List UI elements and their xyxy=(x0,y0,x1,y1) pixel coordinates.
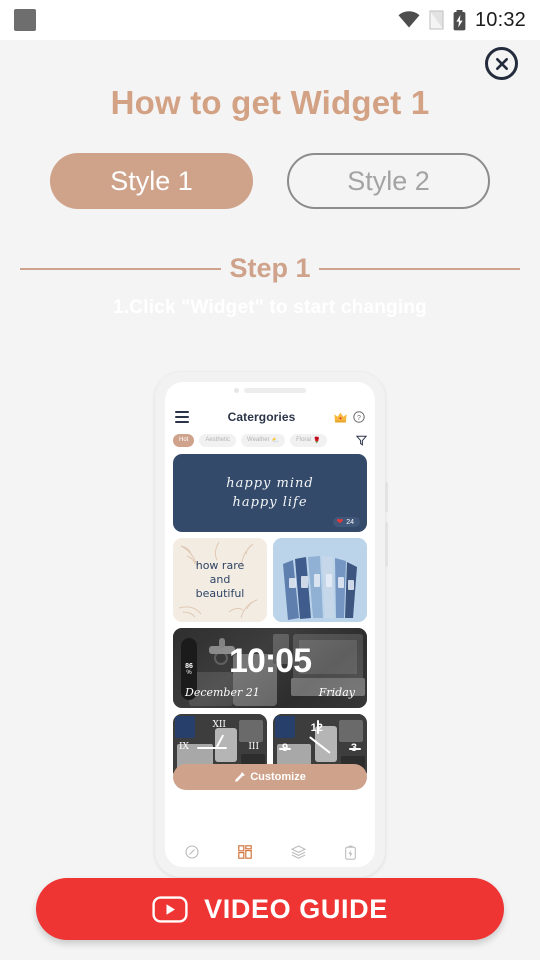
clock-time: 10:05 xyxy=(229,642,312,680)
clock-hand-minute xyxy=(197,747,227,749)
how-to-dialog: How to get Widget 1 Style 1 Style 2 Step… xyxy=(0,40,540,960)
phone-mockup: Catergories ? Hot Aesthetic Weather ⛅ Fl… xyxy=(155,372,388,877)
customize-label: Customize xyxy=(250,771,306,783)
bottom-nav xyxy=(165,837,375,867)
roman-9: IX xyxy=(179,741,189,752)
video-guide-button[interactable]: VIDEO GUIDE xyxy=(36,878,504,940)
widget-card-quote[interactable]: happy mind happy life ❤ 24 xyxy=(173,454,367,532)
heart-icon: ❤ xyxy=(336,517,344,526)
status-time: 10:32 xyxy=(474,8,526,31)
clock-day: Friday xyxy=(318,686,355,699)
chip-aesthetic[interactable]: Aesthetic xyxy=(199,433,237,447)
compass-icon[interactable] xyxy=(184,845,199,859)
video-guide-label: VIDEO GUIDE xyxy=(204,893,388,924)
close-button[interactable] xyxy=(485,47,518,80)
header-icons: ? xyxy=(334,411,365,423)
square-icon xyxy=(14,9,36,31)
widget-card-books[interactable] xyxy=(273,538,367,622)
chip-label: Aesthetic xyxy=(205,437,231,443)
phone-screen: Catergories ? Hot Aesthetic Weather ⛅ Fl… xyxy=(165,382,375,867)
widget-card-clock[interactable]: 86 % 10:05 December 21 Friday xyxy=(173,628,367,708)
widget-row-4: XII IX III Customize xyxy=(173,714,367,790)
filter-icon[interactable] xyxy=(356,435,367,446)
step-divider: Step 1 xyxy=(20,253,520,284)
rare-line-3: beautiful xyxy=(195,586,245,600)
rare-line-2: and xyxy=(209,573,231,587)
clock-tick-top xyxy=(317,720,319,734)
chip-floral[interactable]: Floral 🌹 xyxy=(290,433,327,447)
close-icon xyxy=(495,57,508,70)
status-icons: 10:32 xyxy=(398,9,526,32)
clock-tick-right xyxy=(349,748,361,750)
rare-line-1: how rare xyxy=(195,559,245,573)
widget-grid-icon[interactable] xyxy=(237,845,252,859)
phone-side-button-down xyxy=(385,522,388,567)
hamburger-menu-icon[interactable] xyxy=(175,411,189,423)
roman-3: III xyxy=(248,741,259,752)
chip-weather[interactable]: Weather ⛅ xyxy=(241,433,286,447)
svg-text:?: ? xyxy=(357,415,361,422)
chip-label: Hot xyxy=(179,437,189,443)
like-badge[interactable]: ❤ 24 xyxy=(332,517,360,527)
status-bar: 10:32 xyxy=(0,0,540,40)
quote-line-1: happy mind xyxy=(226,476,314,491)
speaker-bar xyxy=(244,388,306,393)
crown-icon[interactable] xyxy=(334,412,347,423)
layers-icon[interactable] xyxy=(290,845,306,859)
divider-line-left xyxy=(20,267,222,270)
floral-emoji-icon: 🌹 xyxy=(313,437,321,444)
tab-style-2[interactable]: Style 2 xyxy=(287,153,490,209)
help-circle-icon[interactable]: ? xyxy=(353,411,365,423)
divider-line-right xyxy=(318,267,520,270)
chip-label: Weather xyxy=(247,437,270,443)
youtube-play-icon xyxy=(152,895,188,923)
roman-12: XII xyxy=(212,720,226,730)
rare-text: how rare and beautiful xyxy=(196,559,245,600)
sim-card-icon xyxy=(429,10,444,30)
like-count: 24 xyxy=(346,518,354,526)
customize-button[interactable]: Customize xyxy=(173,764,367,790)
battery-charging-icon xyxy=(453,9,466,30)
style-tabs: Style 1 Style 2 xyxy=(0,153,540,209)
weather-emoji-icon: ⛅ xyxy=(271,437,280,444)
pencil-icon xyxy=(235,771,245,782)
app-title: Catergories xyxy=(227,410,296,424)
chip-hot[interactable]: Hot xyxy=(173,433,195,447)
step-instruction: 1.Click "Widget" to start changing xyxy=(113,297,427,318)
phone-side-button-up xyxy=(385,482,388,512)
page-title: How to get Widget 1 xyxy=(110,84,430,121)
battery-icon[interactable] xyxy=(344,845,356,860)
widget-grid: happy mind happy life ❤ 24 how rare and … xyxy=(173,454,367,790)
chip-label: Floral xyxy=(296,437,312,443)
widget-row-2: how rare and beautiful xyxy=(173,538,367,622)
step-label: Step 1 xyxy=(229,253,311,283)
phone-notch xyxy=(234,388,306,393)
tab-style-1[interactable]: Style 1 xyxy=(50,153,253,209)
quote-line-2: happy life xyxy=(232,495,308,510)
widget-card-rare[interactable]: how rare and beautiful xyxy=(173,538,267,622)
camera-dot xyxy=(234,388,239,393)
clock-date: December 21 xyxy=(185,686,260,699)
wifi-icon xyxy=(398,11,420,28)
category-chips: Hot Aesthetic Weather ⛅ Floral 🌹 xyxy=(165,432,375,448)
clock-tick-left xyxy=(279,748,291,750)
app-header: Catergories ? xyxy=(165,404,375,430)
books-photo-icon xyxy=(273,538,367,622)
